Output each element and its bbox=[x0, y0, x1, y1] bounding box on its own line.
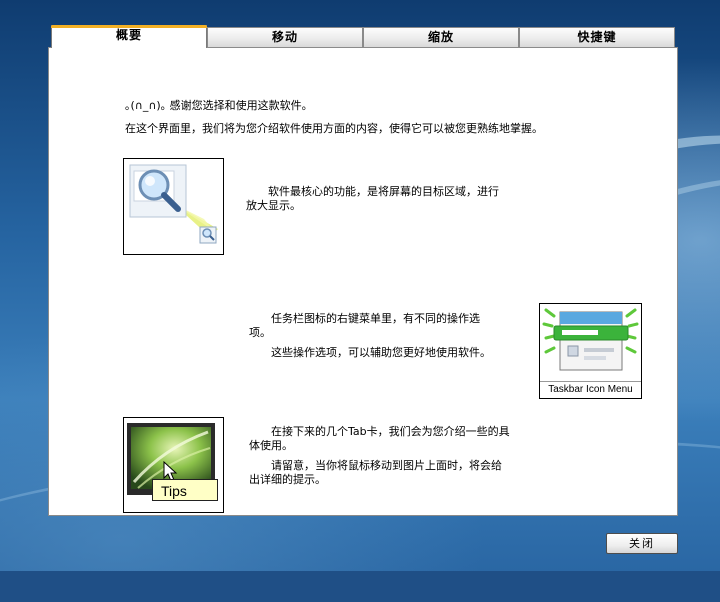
tips-line: 在接下来的几个Tab卡，我们会为您介绍一些的具 bbox=[249, 425, 510, 438]
overview-panel: ｡(∩_∩)｡ 感谢您选择和使用这款软件。 在这个界面里，我们将为您介绍软件使用… bbox=[48, 47, 678, 516]
tips-feature-image[interactable]: Tips bbox=[123, 417, 224, 513]
help-dialog: 概要 移动 缩放 快捷键 ｡(∩_∩)｡ 感谢您选择和使用这款软件。 在这个界面… bbox=[48, 25, 678, 516]
taskbar-menu-icon bbox=[542, 308, 639, 371]
tab-bar: 概要 移动 缩放 快捷键 bbox=[48, 25, 678, 48]
taskbar-menu-line: 这些操作选项，可以辅助您更好地使用软件。 bbox=[249, 346, 491, 359]
tab-move[interactable]: 移动 bbox=[207, 27, 363, 47]
intro-description-text: 在这个界面里，我们将为您介绍软件使用方面的内容，使得它可以被您更熟练地掌握。 bbox=[125, 122, 543, 135]
tips-line: 出详细的提示。 bbox=[249, 473, 326, 486]
zoom-feature-description: 软件最核心的功能，是将屏幕的目标区域，进行 放大显示。 bbox=[246, 185, 499, 213]
tab-shortcuts[interactable]: 快捷键 bbox=[519, 27, 675, 47]
magnifier-icon bbox=[129, 164, 218, 244]
tab-overview[interactable]: 概要 bbox=[51, 25, 207, 48]
zoom-feature-line: 软件最核心的功能，是将屏幕的目标区域，进行 bbox=[246, 185, 499, 198]
zoom-feature-line: 放大显示。 bbox=[246, 199, 301, 212]
tips-line: 请留意，当你将鼠标移动到图片上面时，将会给 bbox=[249, 459, 502, 472]
intro-thanks-text: ｡(∩_∩)｡ 感谢您选择和使用这款软件。 bbox=[125, 99, 313, 112]
tips-line: 体使用。 bbox=[249, 439, 293, 452]
tips-tooltip: Tips bbox=[152, 479, 218, 501]
taskbar-icon-menu-image[interactable]: Taskbar Icon Menu bbox=[539, 303, 642, 399]
taskbar-menu-description: 任务栏图标的右键菜单里，有不同的操作选 项。 这些操作选项，可以辅助您更好地使用… bbox=[249, 312, 491, 360]
tips-description: 在接下来的几个Tab卡，我们会为您介绍一些的具 体使用。 请留意，当你将鼠标移动… bbox=[249, 425, 510, 487]
tab-zoom[interactable]: 缩放 bbox=[363, 27, 519, 47]
taskbar-menu-line: 任务栏图标的右键菜单里，有不同的操作选 bbox=[249, 312, 480, 325]
taskbar-menu-line: 项。 bbox=[249, 326, 271, 339]
zoom-feature-image[interactable] bbox=[123, 158, 224, 255]
taskbar-menu-caption: Taskbar Icon Menu bbox=[540, 381, 641, 398]
close-button[interactable]: 关闭 bbox=[606, 533, 678, 554]
